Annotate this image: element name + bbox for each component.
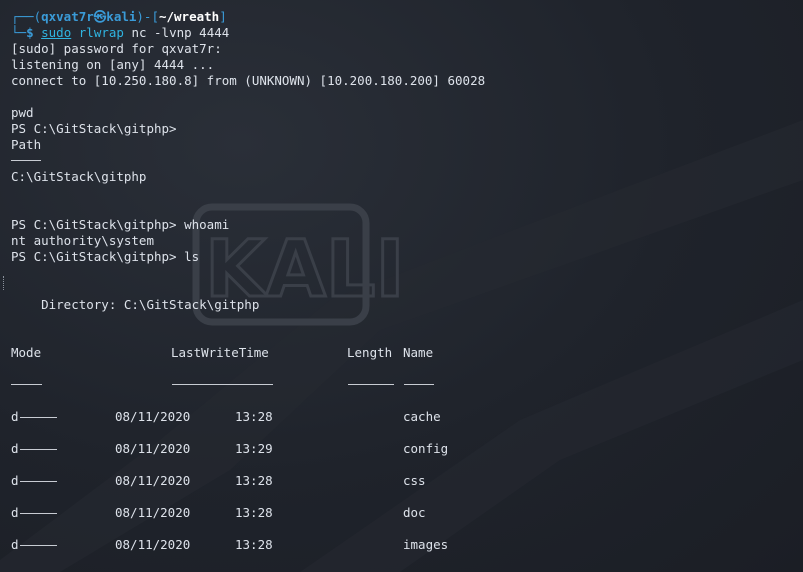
path-header: Path [11,137,42,152]
row-name: doc [403,505,426,520]
prompt-frame-bottom: └─ [11,25,27,40]
header-lastwritetime: LastWriteTime [171,345,269,360]
row-time: 13:28 [235,505,273,520]
command-line[interactable]: └─$ sudo rlwrap nc -lvnp 4444 [11,25,229,41]
row-mode: d [11,537,19,552]
row-date: 08/11/2020 [115,537,191,552]
prompt-frame-left: ┌──( [11,9,42,24]
row-mode-dashes [20,513,57,514]
ps-ls-command: PS C:\GitStack\gitphp> ls [11,249,200,264]
row-date: 08/11/2020 [115,505,191,520]
row-name: cache [403,409,441,424]
header-time-underline [172,384,273,385]
ps-prompt: PS C:\GitStack\gitphp> [11,121,177,136]
row-time: 13:29 [235,441,273,456]
row-mode-dashes [20,481,57,482]
row-date: 08/11/2020 [115,473,191,488]
header-name: Name [403,345,434,360]
command-tool: rlwrap [78,25,124,40]
row-mode-dashes [20,449,57,450]
row-mode-dashes [20,545,57,546]
row-time: 13:28 [235,473,273,488]
prompt-frame-mid: )-[ [136,9,159,24]
pwd-command: pwd [11,105,34,120]
row-date: 08/11/2020 [115,409,191,424]
whoami-result: nt authority\system [11,233,154,248]
row-mode-dashes [20,417,57,418]
path-underline [11,160,41,161]
row-date: 08/11/2020 [115,441,191,456]
header-mode: Mode [11,345,42,360]
header-length: Length [347,345,393,360]
header-length-underline [348,384,394,385]
connect-text: connect to [10.250.180.8] from (UNKNOWN)… [11,73,486,88]
sudo-prompt-text: [sudo] password for qxvat7r: [11,41,222,56]
path-value: C:\GitStack\gitphp [11,169,147,184]
prompt-frame-right: ] [219,9,227,24]
prompt-dollar: $ [26,25,34,40]
prompt-user-host: qxvat7r㉿kali [41,9,137,24]
prompt-header: ┌──(qxvat7r㉿kali)-[~/wreath] [11,9,227,25]
ps-whoami-command: PS C:\GitStack\gitphp> whoami [11,217,230,232]
prompt-cwd: ~/wreath [158,9,220,24]
directory-label: Directory: C:\GitStack\gitphp [11,297,260,312]
command-sudo: sudo [41,25,72,40]
row-name: images [403,537,449,552]
row-name: css [403,473,426,488]
row-mode: d [11,505,19,520]
terminal-window[interactable]: KALI ┌──(qxvat7r㉿kali)-[~/wreath] └─$ su… [0,0,803,572]
scroll-marker [3,276,6,290]
row-mode: d [11,441,19,456]
row-time: 13:28 [235,537,273,552]
header-mode-underline [11,384,42,385]
row-name: config [403,441,449,456]
command-args: nc -lvnp 4444 [131,25,230,40]
row-mode: d [11,409,19,424]
listening-text: listening on [any] 4444 ... [11,57,215,72]
row-mode: d [11,473,19,488]
header-name-underline [404,384,434,385]
row-time: 13:28 [235,409,273,424]
